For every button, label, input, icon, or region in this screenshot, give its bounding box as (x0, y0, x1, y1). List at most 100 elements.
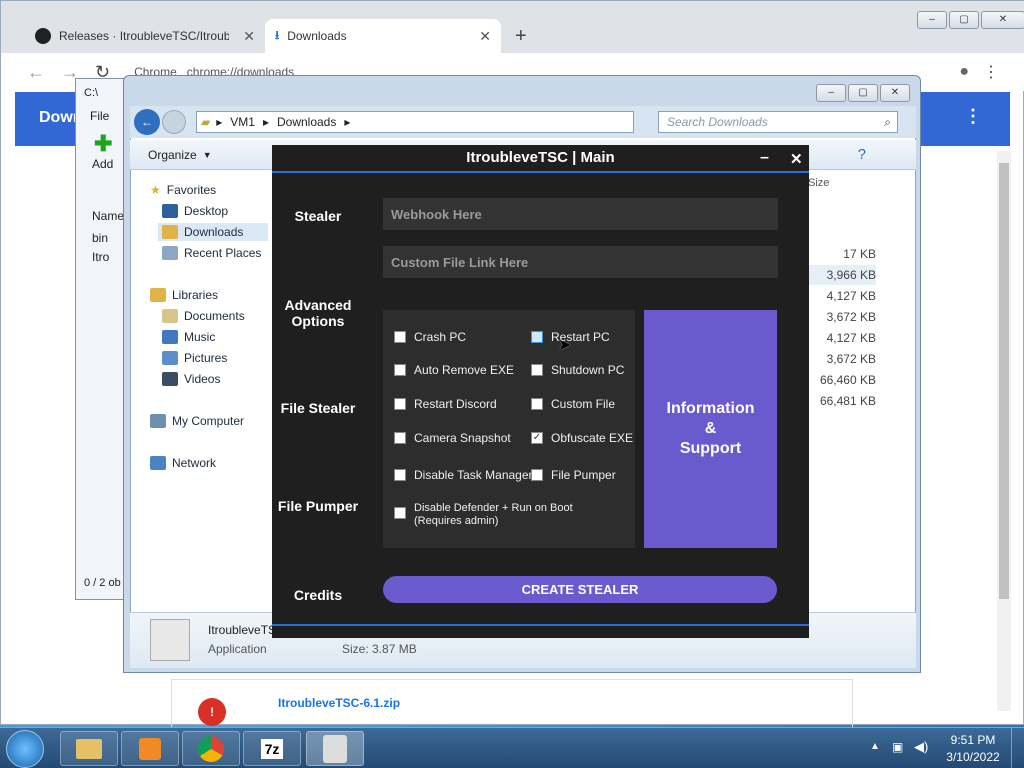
tab-close-icon[interactable]: ✕ (479, 28, 491, 45)
network-tray-icon[interactable]: ▣ (892, 740, 903, 754)
option-auto-remove-exe[interactable]: Auto Remove EXE (394, 363, 514, 377)
sidebar-item-music[interactable]: Music (162, 328, 215, 346)
show-desktop-button[interactable] (1011, 728, 1024, 768)
col-size[interactable]: Size (808, 177, 829, 189)
option-disable-defender[interactable]: Disable Defender + Run on Boot (Requires… (394, 502, 573, 528)
app-minimize-button[interactable]: – (760, 149, 769, 167)
back-button[interactable]: ← (27, 62, 45, 83)
option-file-pumper[interactable]: File Pumper (531, 468, 616, 482)
size-cell: 3,966 KB (804, 265, 876, 285)
scroll-thumb[interactable] (999, 163, 1009, 599)
close-button[interactable]: ✕ (981, 11, 1024, 29)
sidebar-favorites[interactable]: ★ Favorites (150, 181, 216, 199)
checkbox[interactable] (531, 364, 543, 376)
tray-arrow-icon[interactable]: ▲ (870, 741, 880, 752)
option-restart-discord[interactable]: Restart Discord (394, 397, 497, 411)
close-button[interactable]: ✕ (880, 84, 910, 102)
checkbox[interactable] (531, 398, 543, 410)
profile-icon[interactable]: ● (959, 63, 969, 81)
path-vm1[interactable]: VM1 (230, 115, 255, 129)
option-crash-pc[interactable]: Crash PC (394, 330, 466, 344)
taskbar-chrome[interactable] (182, 731, 240, 766)
clock-date[interactable]: 3/10/2022 (944, 750, 1002, 764)
sidebar-item-documents[interactable]: Documents (162, 307, 245, 325)
checkbox[interactable] (394, 331, 406, 343)
checkbox-checked[interactable]: ✓ (531, 432, 543, 444)
list-item[interactable]: Itro (92, 250, 109, 264)
checkbox[interactable] (531, 331, 543, 343)
download-file-link[interactable]: ItroubleveTSC-6.1.zip (278, 696, 400, 710)
organize-button[interactable]: Organize (148, 148, 197, 162)
minimize-button[interactable]: – (816, 84, 846, 102)
forward-arrow-icon[interactable] (162, 110, 186, 134)
information-support-button[interactable]: Information & Support (644, 310, 777, 548)
new-tab-button[interactable]: + (515, 25, 527, 48)
list-item[interactable]: bin (92, 231, 108, 245)
size-cell: 3,672 KB (826, 352, 876, 366)
checkbox[interactable] (394, 398, 406, 410)
clock-time[interactable]: 9:51 PM (948, 733, 998, 747)
option-obfuscate-exe[interactable]: ✓ Obfuscate EXE (531, 431, 633, 445)
checkbox[interactable] (394, 432, 406, 444)
size-cell: 3,672 KB (826, 310, 876, 324)
taskbar-explorer[interactable] (60, 731, 118, 766)
app-icon (323, 734, 347, 763)
taskbar-media-player[interactable] (121, 731, 179, 766)
help-icon[interactable]: ? (858, 146, 866, 163)
tab-downloads[interactable]: ⭳ Downloads ✕ (265, 19, 501, 53)
sidebar-item-pictures[interactable]: Pictures (162, 349, 227, 367)
bottom-accent-line (272, 624, 809, 626)
nav-file-pumper[interactable]: File Pumper (272, 498, 364, 514)
7zip-icon: 7z (260, 738, 284, 759)
option-custom-file[interactable]: Custom File (531, 397, 615, 411)
sidebar-item-computer[interactable]: My Computer (150, 412, 244, 430)
option-camera-snapshot[interactable]: Camera Snapshot (394, 431, 511, 445)
nav-file-stealer[interactable]: File Stealer (272, 400, 364, 416)
path-downloads[interactable]: Downloads (277, 115, 336, 129)
back-arrow-icon[interactable]: ← (134, 109, 160, 135)
sidebar-item-recent[interactable]: Recent Places (162, 244, 261, 262)
checkbox[interactable] (394, 469, 406, 481)
sidebar-item-videos[interactable]: Videos (162, 370, 220, 388)
maximize-button[interactable]: ▢ (949, 11, 979, 29)
chrome-menu-button[interactable]: ⋮ (983, 62, 999, 82)
chrome-window-controls: – ▢ ✕ (917, 11, 1024, 29)
more-menu-icon[interactable]: ⋮ (964, 106, 982, 127)
nav-advanced-options[interactable]: Advanced Options (272, 297, 364, 329)
volume-icon[interactable]: ◀) (914, 739, 928, 755)
taskbar-stealer-app[interactable] (306, 731, 364, 766)
webhook-input[interactable]: Webhook Here (383, 198, 778, 230)
nav-credits[interactable]: Credits (272, 587, 364, 603)
checkbox[interactable] (394, 364, 406, 376)
nav-stealer[interactable]: Stealer (272, 208, 364, 224)
tab-downloads-label: Downloads (287, 29, 347, 43)
option-shutdown-pc[interactable]: Shutdown PC (531, 363, 624, 377)
minimize-button[interactable]: – (917, 11, 947, 29)
start-button[interactable] (6, 730, 44, 768)
add-icon[interactable]: ✚ (94, 131, 112, 157)
sidebar-libraries[interactable]: Libraries (150, 286, 218, 304)
status-text: 0 / 2 ob (84, 577, 121, 589)
app-close-button[interactable]: ✕ (790, 150, 803, 168)
chrome-tabstrip: Releases · ItroubleveTSC/ItroubleveTSC ✕… (1, 1, 1024, 53)
checkbox[interactable] (531, 469, 543, 481)
search-icon: ⌕ (884, 114, 891, 129)
scrollbar[interactable] (997, 151, 1011, 711)
tab-releases[interactable]: Releases · ItroubleveTSC/ItroubleveTSC ✕ (25, 19, 265, 53)
option-disable-task-manager[interactable]: Disable Task Manager (394, 468, 533, 482)
checkbox[interactable] (394, 507, 406, 519)
col-name[interactable]: Name (92, 209, 124, 223)
sidebar-item-network[interactable]: Network (150, 454, 216, 472)
add-label: Add (92, 157, 114, 171)
menu-file[interactable]: File (90, 109, 109, 123)
chrome-icon (198, 735, 224, 762)
tab-close-icon[interactable]: ✕ (243, 28, 255, 45)
maximize-button[interactable]: ▢ (848, 84, 878, 102)
sidebar-item-downloads[interactable]: Downloads (158, 223, 268, 241)
search-downloads[interactable]: Search Downloads ⌕ (658, 111, 898, 133)
address-path[interactable]: ▰ ▸ VM1 ▸ Downloads ▸ (196, 111, 634, 133)
sidebar-item-desktop[interactable]: Desktop (162, 202, 228, 220)
create-stealer-button[interactable]: CREATE STEALER (383, 576, 777, 603)
custom-file-link-input[interactable]: Custom File Link Here (383, 246, 778, 278)
taskbar-7zip[interactable]: 7z (243, 731, 301, 766)
